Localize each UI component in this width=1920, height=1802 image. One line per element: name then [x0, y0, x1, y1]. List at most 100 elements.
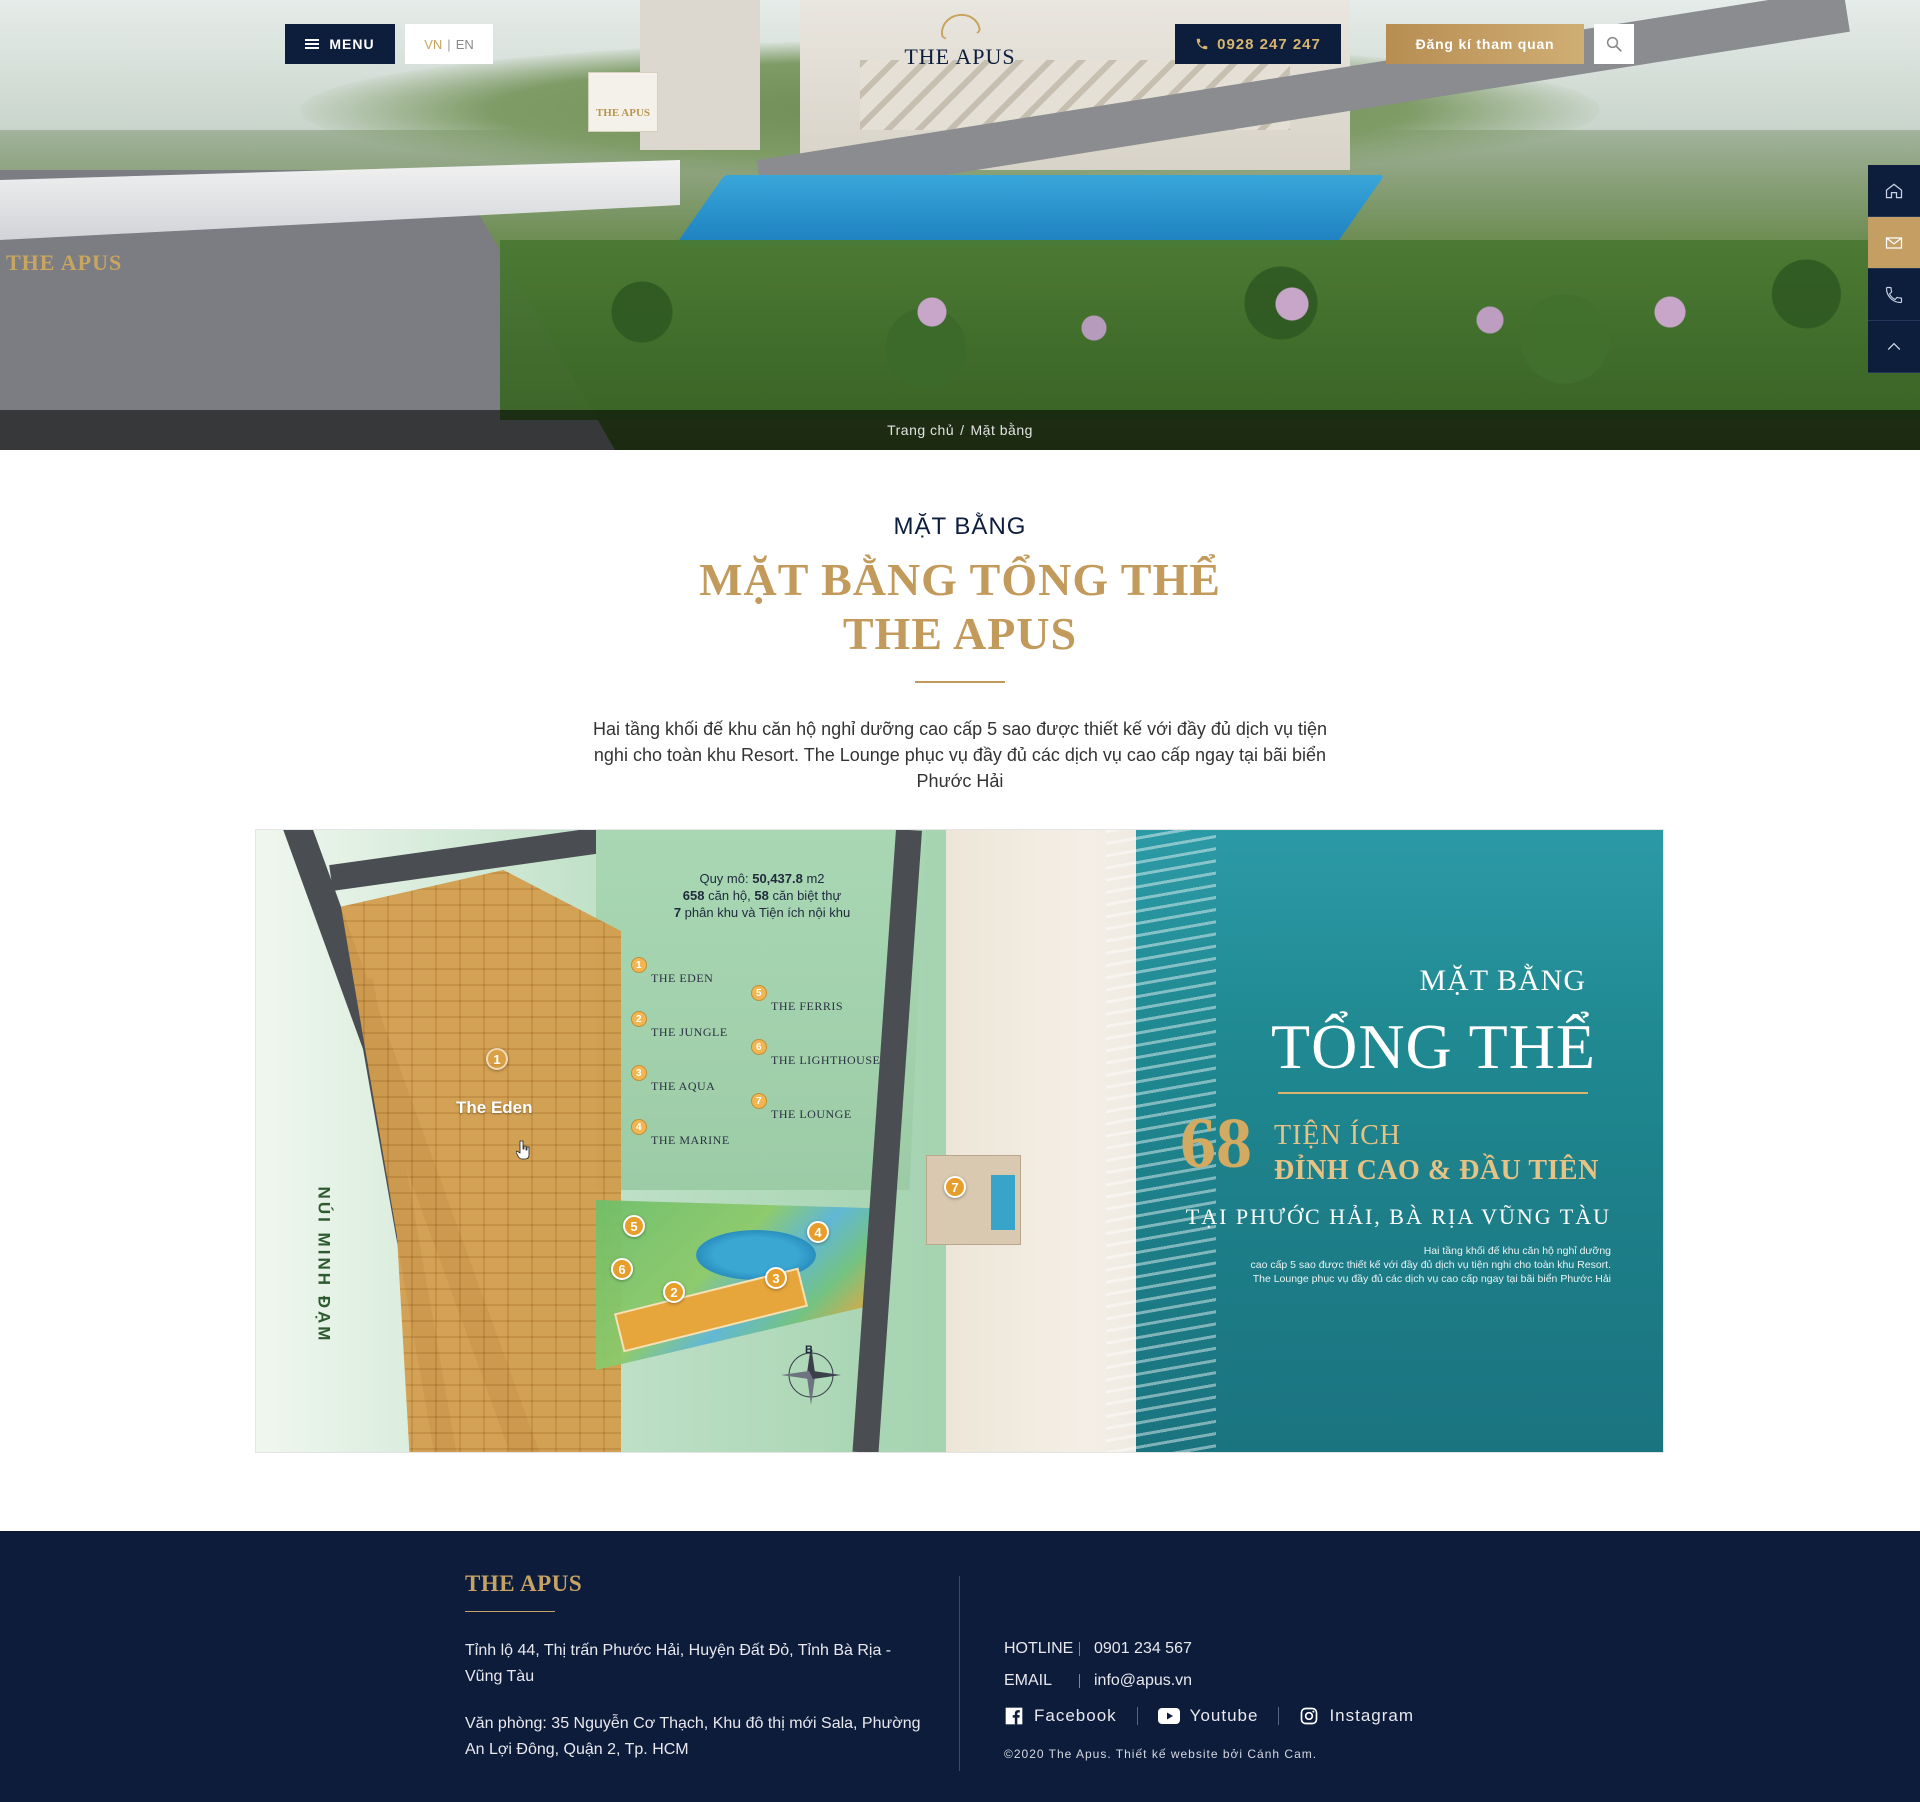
footer-hotline: HOTLINE 0901 234 567 — [1004, 1640, 1192, 1658]
hotline-button[interactable]: 0928 247 247 — [1175, 24, 1341, 64]
side-phone-button[interactable] — [1868, 269, 1920, 321]
footer-brand-divider — [465, 1611, 555, 1612]
compass-label: B — [805, 1344, 813, 1356]
zone-item[interactable]: 1 THE EDEN — [631, 957, 730, 1011]
breadcrumb-home[interactable]: Trang chủ — [887, 422, 954, 438]
map-marker-1[interactable]: 1 — [486, 1048, 508, 1070]
email-label: EMAIL — [1004, 1672, 1053, 1689]
summary-scale-label: Quy mô: — [699, 871, 749, 886]
summary-scale-unit: m2 — [806, 871, 825, 886]
promo-desc-line3: The Lounge phục vụ đầy đủ các dịch vụ ca… — [1252, 1273, 1611, 1285]
language-switcher: VN | EN — [405, 24, 493, 64]
hotline-separator — [1079, 1642, 1080, 1656]
zone-item[interactable]: 7 THE LOUNGE — [751, 1093, 880, 1147]
map-summary: Quy mô: 50,437.8 m2 658 căn hộ, 58 căn b… — [652, 870, 872, 921]
summary-line-zones: 7 phân khu và Tiện ích nội khu — [652, 904, 872, 921]
zone-name: THE LOUNGE — [771, 1107, 852, 1121]
master-plan-map[interactable]: Quy mô: 50,437.8 m2 658 căn hộ, 58 căn b… — [255, 829, 1664, 1453]
summary-apartments-value: 658 — [682, 888, 705, 903]
instagram-icon — [1301, 1707, 1318, 1725]
zone-list-left: 1 THE EDEN 2 THE JUNGLE 3 THE AQUA 4 THE MAR… — [631, 957, 730, 1173]
compass-icon: B — [781, 1344, 841, 1405]
chevron-up-icon — [1887, 342, 1901, 350]
map-marker-7[interactable]: 7 — [944, 1176, 966, 1198]
social-separator — [1278, 1707, 1280, 1725]
hero-pool — [675, 175, 1385, 245]
footer-social-links: Facebook Youtube Instagram — [1004, 1706, 1414, 1726]
side-home-button[interactable] — [1868, 165, 1920, 217]
hero-flowers — [860, 280, 1760, 360]
promo-tag1: TIỆN ÍCH — [1274, 1120, 1401, 1151]
hero-bridge-text: THE APUS — [6, 250, 123, 275]
youtube-link[interactable]: Youtube — [1157, 1706, 1259, 1726]
promo-location: TẠI PHƯỚC HẢI, BÀ RỊA VŨNG TÀU — [1185, 1204, 1611, 1229]
breadcrumb-separator: / — [960, 422, 965, 438]
zone-item[interactable]: 6 THE LIGHTHOUSE — [751, 1039, 880, 1093]
zone-name: THE JUNGLE — [651, 1025, 728, 1039]
map-marker-2[interactable]: 2 — [663, 1281, 685, 1303]
footer-address: Tỉnh lộ 44, Thị trấn Phước Hải, Huyện Đấ… — [465, 1642, 892, 1685]
zone-item[interactable]: 5 THE FERRIS — [751, 985, 880, 1039]
footer-office: Văn phòng: 35 Nguyễn Cơ Thạch, Khu đô th… — [465, 1715, 921, 1758]
map-marker-4[interactable]: 4 — [807, 1221, 829, 1243]
hero-sign: THE APUS — [588, 72, 658, 132]
register-visit-button[interactable]: Đăng kí tham quan — [1386, 24, 1584, 64]
page-title-line2: THE APUS — [842, 608, 1078, 659]
email-value[interactable]: info@apus.vn — [1094, 1672, 1192, 1690]
breadcrumb: Trang chủ / Mặt bằng — [0, 410, 1920, 450]
map-marker-3[interactable]: 3 — [765, 1267, 787, 1289]
map-marker-6[interactable]: 6 — [611, 1258, 633, 1280]
lang-en[interactable]: EN — [456, 37, 474, 52]
promo-description: Hai tầng khối đế khu căn hộ nghỉ dưỡng c… — [1176, 1244, 1611, 1286]
page-title-line1: MẶT BẰNG TỔNG THỂ — [699, 554, 1221, 605]
promo-divider — [1278, 1092, 1588, 1094]
summary-line-scale: Quy mô: 50,437.8 m2 — [652, 870, 872, 887]
instagram-link[interactable]: Instagram — [1299, 1706, 1414, 1726]
floating-side-nav — [1868, 165, 1920, 373]
hotline-number: 0928 247 247 — [1217, 35, 1321, 53]
zone-name: THE FERRIS — [771, 999, 844, 1013]
facebook-link[interactable]: Facebook — [1004, 1706, 1117, 1726]
hamburger-icon — [305, 39, 320, 49]
intro-text: Hai tầng khối đế khu căn hộ nghỉ dưỡng c… — [593, 719, 1327, 791]
zone-name: THE EDEN — [651, 971, 714, 985]
zone-list-right: 5 THE FERRIS 6 THE LIGHTHOUSE 7 THE LOUNGE — [751, 985, 880, 1147]
summary-line-units: 658 căn hộ, 58 căn biệt thự — [652, 887, 872, 904]
summary-scale-value: 50,437.8 — [752, 871, 803, 886]
breadcrumb-current: Mặt bằng — [970, 422, 1033, 438]
summary-zones-label: phân khu và Tiện ích nội khu — [684, 905, 851, 920]
footer-divider — [959, 1576, 960, 1771]
mountain-label: NÚI MINH ĐẠM — [308, 1175, 338, 1355]
mountain-label-text: NÚI MINH ĐẠM — [314, 1186, 334, 1344]
hotline-value[interactable]: 0901 234 567 — [1094, 1640, 1192, 1658]
zone-name: THE LIGHTHOUSE — [771, 1053, 881, 1067]
phone-icon — [1196, 38, 1208, 50]
footer-copyright: ©2020 The Apus. Thiết kế website bởi Cán… — [1004, 1747, 1318, 1761]
zone-number: 5 — [751, 985, 767, 1001]
site-logo[interactable]: THE APUS — [880, 10, 1040, 84]
facebook-label: Facebook — [1034, 1706, 1117, 1725]
lang-separator: | — [447, 36, 451, 52]
hand-pointer-icon — [516, 1140, 530, 1160]
hero-sign-text: THE APUS — [595, 107, 651, 119]
search-icon — [1606, 36, 1622, 52]
search-button[interactable] — [1594, 24, 1634, 64]
promo-line1: MẶT BẰNG — [1419, 964, 1586, 997]
zone-item[interactable]: 4 THE MARINE — [631, 1119, 730, 1173]
promo-tag2: ĐỈNH CAO & ĐẦU TIÊN — [1274, 1155, 1599, 1186]
footer-email: EMAIL info@apus.vn — [1004, 1672, 1192, 1690]
menu-button[interactable]: MENU — [285, 24, 395, 64]
summary-villas-label: căn biệt thự — [772, 888, 842, 903]
zone-number: 3 — [631, 1065, 647, 1081]
hero-tower — [640, 0, 760, 150]
promo-number: 68 — [1180, 1103, 1252, 1183]
summary-villas-value: 58 — [754, 888, 769, 903]
side-back-to-top-button[interactable] — [1868, 321, 1920, 373]
home-icon — [1885, 183, 1903, 198]
lang-vn[interactable]: VN — [424, 37, 442, 52]
zone-item[interactable]: 2 THE JUNGLE — [631, 1011, 730, 1065]
map-marker-5[interactable]: 5 — [623, 1215, 645, 1237]
side-mail-button[interactable] — [1868, 217, 1920, 269]
site-footer: THE APUS Tỉnh lộ 44, Thị trấn Phước Hải,… — [0, 1531, 1920, 1802]
zone-item[interactable]: 3 THE AQUA — [631, 1065, 730, 1119]
